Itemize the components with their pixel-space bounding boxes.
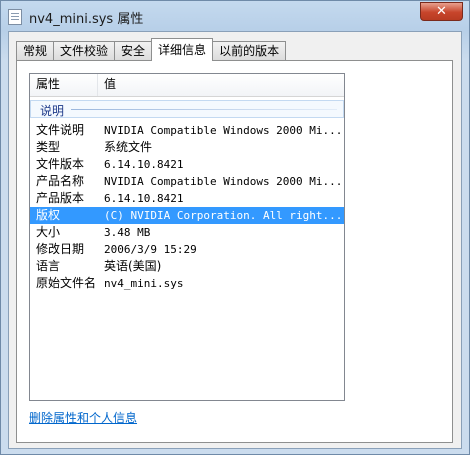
property-value: NVIDIA Compatible Windows 2000 Mi...: [104, 175, 343, 188]
tab-security[interactable]: 安全: [114, 41, 153, 60]
property-value: 3.48 MB: [104, 226, 151, 239]
list-item[interactable]: 文件说明 NVIDIA Compatible Windows 2000 Mi..…: [30, 122, 344, 139]
tab-details[interactable]: 详细信息: [151, 38, 214, 61]
file-icon: [8, 9, 22, 25]
tab-strip: 常规 文件校验 安全 详细信息 以前的版本: [16, 38, 287, 61]
column-header-property[interactable]: 属性: [30, 74, 98, 96]
list-item[interactable]: 修改日期 2006/3/9 15:29: [30, 241, 344, 258]
window-title: nv4_mini.sys 属性: [29, 12, 144, 27]
property-value: 英语(美国): [104, 259, 162, 273]
group-header-description[interactable]: 说明: [30, 100, 344, 118]
remove-properties-link[interactable]: 删除属性和个人信息: [29, 409, 137, 426]
close-button[interactable]: ✕: [420, 2, 463, 21]
property-name: 原始文件名: [36, 276, 97, 290]
tab-file-hashes[interactable]: 文件校验: [53, 41, 116, 60]
column-header-value[interactable]: 值: [98, 74, 344, 96]
list-header: 属性 值: [30, 74, 344, 97]
details-list[interactable]: 属性 值 说明 文件说明 NVIDIA Compatible Windows 2…: [29, 73, 345, 401]
tab-previous-versions[interactable]: 以前的版本: [212, 41, 287, 60]
property-name: 语言: [36, 259, 61, 273]
property-value: 6.14.10.8421: [104, 192, 184, 205]
property-name: 大小: [36, 225, 61, 239]
property-value: 6.14.10.8421: [104, 158, 184, 171]
dialog-client-area: 常规 文件校验 安全 详细信息 以前的版本 属性 值 说明 文件说明 NVIDI…: [8, 31, 462, 449]
list-item[interactable]: 原始文件名 nv4_mini.sys: [30, 275, 344, 292]
property-name: 版权: [36, 208, 61, 222]
tab-general[interactable]: 常规: [16, 41, 55, 60]
property-value: nv4_mini.sys: [104, 277, 184, 290]
title-bar[interactable]: nv4_mini.sys 属性 ✕: [1, 1, 469, 31]
group-label: 说明: [40, 104, 65, 118]
list-item[interactable]: 产品版本 6.14.10.8421: [30, 190, 344, 207]
property-value: NVIDIA Compatible Windows 2000 Mi...: [104, 124, 343, 137]
property-value: 2006/3/9 15:29: [104, 243, 197, 256]
list-item[interactable]: 类型 系统文件: [30, 139, 344, 156]
list-item[interactable]: 大小 3.48 MB: [30, 224, 344, 241]
detail-rows: 文件说明 NVIDIA Compatible Windows 2000 Mi..…: [30, 122, 344, 292]
list-item-selected[interactable]: 版权 (C) NVIDIA Corporation. All right...: [30, 207, 344, 224]
property-value: (C) NVIDIA Corporation. All right...: [104, 209, 343, 222]
property-name: 文件版本: [36, 157, 85, 171]
property-value: 系统文件: [104, 140, 153, 154]
property-name: 产品版本: [36, 191, 85, 205]
property-name: 类型: [36, 140, 61, 154]
list-item[interactable]: 语言 英语(美国): [30, 258, 344, 275]
property-name: 文件说明: [36, 123, 85, 137]
property-name: 产品名称: [36, 174, 85, 188]
properties-dialog: nv4_mini.sys 属性 ✕ 常规 文件校验 安全 详细信息 以前的版本 …: [0, 0, 470, 455]
list-item[interactable]: 产品名称 NVIDIA Compatible Windows 2000 Mi..…: [30, 173, 344, 190]
list-item[interactable]: 文件版本 6.14.10.8421: [30, 156, 344, 173]
details-panel: 属性 值 说明 文件说明 NVIDIA Compatible Windows 2…: [16, 60, 453, 443]
group-divider: [71, 109, 337, 110]
property-name: 修改日期: [36, 242, 85, 256]
